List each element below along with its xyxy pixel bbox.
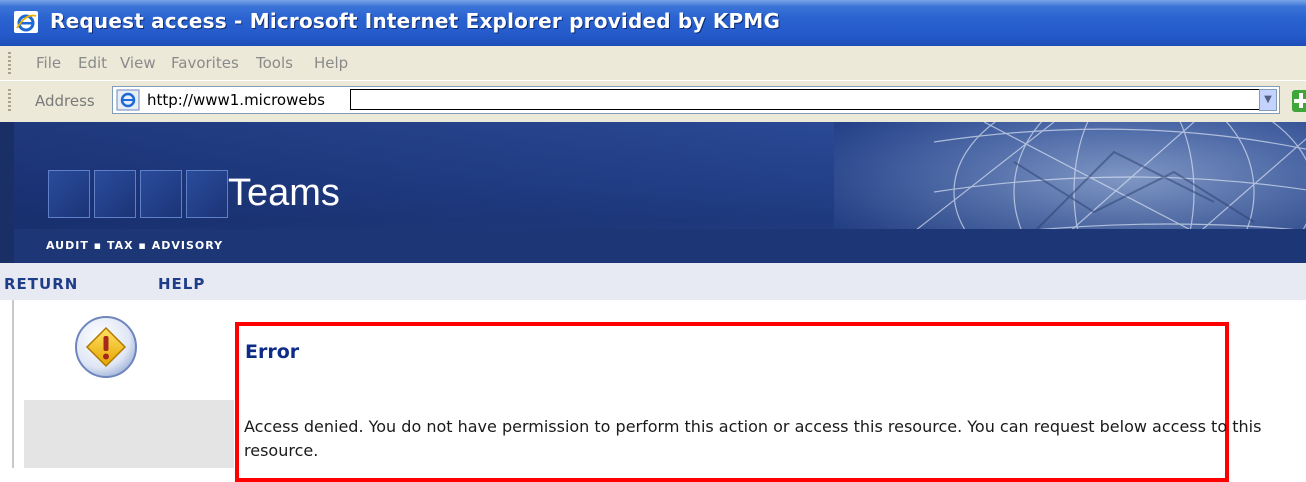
page-icon [116, 89, 140, 111]
app-name: Teams [228, 172, 340, 214]
return-link[interactable]: RETURN [4, 275, 78, 293]
address-url: http://www1.microwebs [147, 91, 325, 109]
page-right-edge [1301, 300, 1306, 468]
menu-file[interactable]: File [36, 54, 61, 72]
window-title-bar: Request access - Microsoft Internet Expl… [0, 0, 1306, 46]
logo-block-3 [140, 170, 182, 218]
menu-bar-grip[interactable] [8, 52, 11, 74]
menu-help[interactable]: Help [314, 54, 348, 72]
help-link[interactable]: HELP [158, 275, 205, 293]
menu-favorites[interactable]: Favorites [171, 54, 239, 72]
logo-block-4 [186, 170, 228, 218]
address-label: Address [35, 92, 95, 110]
site-banner: Teams AUDIT ▪ TAX ▪ ADVISORY [0, 122, 1306, 263]
tagline: AUDIT ▪ TAX ▪ ADVISORY [46, 239, 224, 252]
nav-bar: RETURN HELP [0, 263, 1306, 300]
address-bar-grip[interactable] [8, 89, 11, 113]
error-title: Error [245, 341, 300, 363]
left-sidebar-panel [24, 400, 234, 468]
tagline-bar: AUDIT ▪ TAX ▪ ADVISORY [14, 229, 1306, 263]
left-divider [12, 300, 14, 468]
menu-view[interactable]: View [120, 54, 156, 72]
menu-edit[interactable]: Edit [78, 54, 107, 72]
internet-explorer-icon [14, 11, 38, 33]
warning-icon [75, 316, 137, 378]
address-redaction-box [350, 89, 1270, 110]
go-button[interactable] [1292, 90, 1306, 112]
menu-tools[interactable]: Tools [256, 54, 293, 72]
window-title: Request access - Microsoft Internet Expl… [50, 9, 781, 33]
chevron-down-icon[interactable]: ▼ [1259, 89, 1277, 111]
menu-bar: File Edit View Favorites Tools Help [0, 46, 1306, 80]
address-bar: Address http://www1.microwebs ▼ [0, 80, 1306, 122]
logo-block-2 [94, 170, 136, 218]
error-message: Access denied. You do not have permissio… [244, 417, 1262, 460]
address-input[interactable]: http://www1.microwebs ▼ [112, 86, 1280, 114]
logo-block-1 [48, 170, 90, 218]
